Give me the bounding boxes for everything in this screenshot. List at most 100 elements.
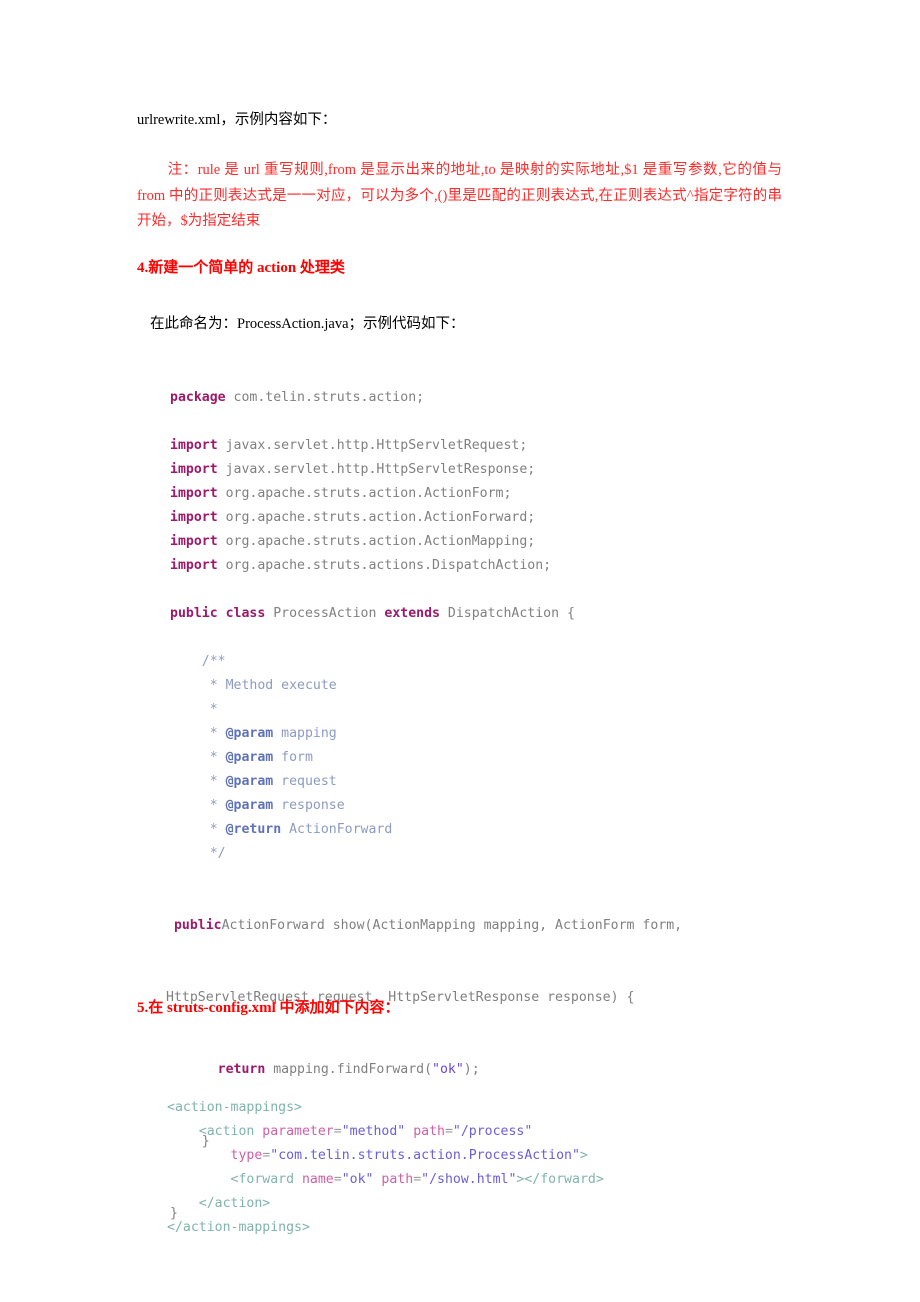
code-token: parameter [262, 1124, 334, 1139]
code-line: </action> [167, 1192, 887, 1216]
code-token: ActionForward show(ActionMapping mapping… [221, 918, 683, 933]
code-token: DispatchAction { [439, 606, 575, 621]
code-line: * @param form [170, 746, 890, 770]
code-line: type="com.telin.struts.action.ProcessAct… [167, 1144, 887, 1168]
xml-code-block: <action-mappings> <action parameter="met… [167, 1048, 887, 1288]
code-token: @param [225, 798, 274, 813]
code-token: * [170, 702, 218, 717]
code-token: @param [225, 726, 274, 741]
code-token: ActionForward [281, 822, 393, 837]
code-token: package [170, 390, 226, 405]
code-line: * @return ActionForward [170, 818, 890, 842]
code-token: */ [170, 846, 226, 861]
code-line: package com.telin.struts.action; [170, 386, 890, 410]
section-4-subtext: 在此命名为：ProcessAction.java；示例代码如下： [150, 316, 465, 332]
code-token: type [230, 1148, 263, 1163]
code-token: ></forward> [516, 1172, 604, 1187]
note-paragraph-text: 注：rule 是 url 重写规则,from 是显示出来的地址,to 是映射的实… [137, 162, 782, 229]
code-token: import [170, 558, 218, 573]
code-token: "/show.html" [421, 1172, 517, 1187]
code-token: <action [167, 1124, 263, 1139]
code-token: org.apache.struts.action.ActionForward; [217, 510, 536, 525]
code-token: ProcessAction [265, 606, 385, 621]
code-line: import org.apache.struts.actions.Dispatc… [170, 554, 890, 578]
code-line: /** [170, 650, 890, 674]
code-token: = [333, 1124, 342, 1139]
code-token: import [170, 486, 218, 501]
code-token: javax.servlet.http.HttpServletRequest; [217, 438, 528, 453]
code-token: response [273, 798, 345, 813]
code-token: * [170, 822, 226, 837]
code-token: = [413, 1172, 422, 1187]
code-token: <action-mappings> [167, 1100, 302, 1115]
code-token: * [170, 774, 226, 789]
section-5-heading: 5.在 struts-config.xml 中添加如下内容： [137, 1000, 400, 1016]
code-token: @param [225, 750, 274, 765]
code-token: > [579, 1148, 588, 1163]
java-code-lines: package com.telin.struts.action; import … [170, 386, 890, 866]
code-token: "/process" [452, 1124, 533, 1139]
code-token: "method" [341, 1124, 406, 1139]
code-token: "com.telin.struts.action.ProcessAction" [270, 1148, 580, 1163]
code-token: com.telin.struts.action; [225, 390, 425, 405]
code-token: * [170, 798, 226, 813]
code-line: * @param mapping [170, 722, 890, 746]
code-line: <action-mappings> [167, 1096, 887, 1120]
code-line: <forward name="ok" path="/show.html"></f… [167, 1168, 887, 1192]
code-token: </action-mappings> [167, 1220, 310, 1235]
code-token: path [381, 1172, 414, 1187]
code-token: form [273, 750, 313, 765]
code-token: org.apache.struts.actions.DispatchAction… [217, 558, 552, 573]
section-4-heading: 4.新建一个简单的 action 处理类 [137, 260, 345, 276]
code-line: import javax.servlet.http.HttpServletReq… [170, 434, 890, 458]
code-token: * [170, 750, 226, 765]
code-token: </action> [167, 1196, 271, 1211]
code-line: * [170, 698, 890, 722]
code-token: @param [225, 774, 274, 789]
document-page: urlrewrite.xml，示例内容如下： 注：rule 是 url 重写规则… [0, 0, 920, 1302]
code-line: import org.apache.struts.action.ActionFo… [170, 506, 890, 530]
code-token: mapping [273, 726, 337, 741]
code-line: * @param response [170, 794, 890, 818]
note-paragraph: 注：rule 是 url 重写规则,from 是显示出来的地址,to 是映射的实… [137, 158, 782, 235]
code-token: = [444, 1124, 453, 1139]
code-line: public class ProcessAction extends Dispa… [170, 602, 890, 626]
java-signature-line-1: publicActionForward show(ActionMapping m… [166, 914, 890, 938]
code-token: name [301, 1172, 334, 1187]
code-token: * Method execute [170, 678, 337, 693]
code-token: import [170, 438, 218, 453]
code-token: /** [170, 654, 226, 669]
code-line: import javax.servlet.http.HttpServletRes… [170, 458, 890, 482]
code-token: request [273, 774, 337, 789]
code-line: <action parameter="method" path="/proces… [167, 1120, 887, 1144]
code-token: "ok" [341, 1172, 374, 1187]
code-token: path [413, 1124, 445, 1139]
code-line: </action-mappings> [167, 1216, 887, 1240]
code-token: javax.servlet.http.HttpServletResponse; [217, 462, 536, 477]
code-token: <forward [167, 1172, 302, 1187]
code-token: extends [384, 606, 440, 621]
code-token: * [170, 726, 226, 741]
code-token: org.apache.struts.action.ActionMapping; [217, 534, 536, 549]
code-token: public [173, 918, 222, 933]
xml-code-lines: <action-mappings> <action parameter="met… [167, 1096, 887, 1240]
code-token: public class [170, 606, 266, 621]
code-token: import [170, 510, 218, 525]
intro-line: urlrewrite.xml，示例内容如下： [137, 112, 337, 128]
code-token: import [170, 534, 218, 549]
code-line: import org.apache.struts.action.ActionFo… [170, 482, 890, 506]
code-token: @return [225, 822, 282, 837]
code-token: import [170, 462, 218, 477]
code-line: * Method execute [170, 674, 890, 698]
code-line: */ [170, 842, 890, 866]
code-line: import org.apache.struts.action.ActionMa… [170, 530, 890, 554]
code-token: org.apache.struts.action.ActionForm; [217, 486, 512, 501]
code-line: * @param request [170, 770, 890, 794]
code-token: = [333, 1172, 342, 1187]
